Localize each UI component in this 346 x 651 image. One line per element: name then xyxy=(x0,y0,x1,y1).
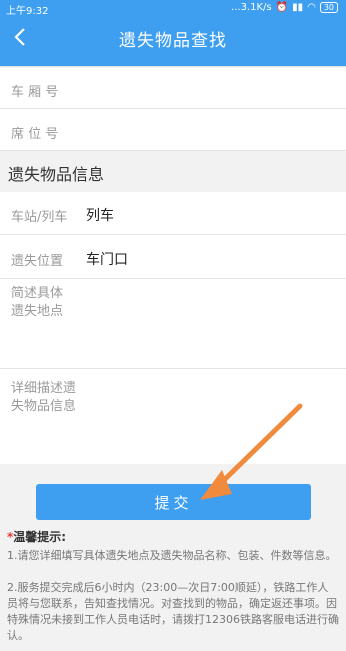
submit-button[interactable]: 提交 xyxy=(36,484,311,520)
status-bar: 上午9:32 ...3.1K/s ⏰ ▮▮ ◠ 30 xyxy=(0,0,346,17)
section-header: 遗失物品信息 xyxy=(0,152,346,192)
station-train-field[interactable]: 车站/列车 列车 xyxy=(0,192,346,235)
seat-number-label: 席 位 号 xyxy=(11,127,59,142)
status-indicators: ...3.1K/s ⏰ ▮▮ ◠ 30 xyxy=(231,2,338,13)
item-detail-label-1: 详细描述遗 xyxy=(11,381,77,396)
brief-location-label-2: 遗失地点 xyxy=(11,304,64,319)
lost-location-label: 遗失位置 xyxy=(11,254,64,269)
car-number-label: 车 厢 号 xyxy=(11,85,59,100)
tips-title-text: 温馨提示: xyxy=(13,530,67,544)
tip-item-1: 1.请您详细填写具体遗失地点及遗失物品名称、包装、件数等信息。 xyxy=(7,549,337,562)
lost-location-field[interactable]: 遗失位置 车门口 xyxy=(0,235,346,279)
section-title: 遗失物品信息 xyxy=(8,165,105,184)
item-detail-label-2: 失物品信息 xyxy=(11,399,77,414)
brief-location-field[interactable]: 简述具体 遗失地点 xyxy=(0,279,346,369)
brief-location-label-1: 简述具体 xyxy=(11,286,64,301)
app-header: 上午9:32 ...3.1K/s ⏰ ▮▮ ◠ 30 遗失物品查找 xyxy=(0,0,346,66)
nav-bar: 遗失物品查找 xyxy=(0,17,346,59)
top-divider xyxy=(0,66,346,67)
seat-number-field[interactable]: 席 位 号 xyxy=(0,109,346,151)
tips-title: *温馨提示: xyxy=(7,528,66,545)
signal-icon: ▮▮ xyxy=(292,2,304,13)
car-number-field[interactable]: 车 厢 号 xyxy=(0,68,346,109)
status-time: 上午9:32 xyxy=(6,6,49,17)
station-train-value: 列车 xyxy=(86,208,114,224)
wifi-icon: ◠ xyxy=(307,2,316,13)
lost-location-value: 车门口 xyxy=(86,252,128,268)
battery-icon: 30 xyxy=(319,2,338,13)
station-train-label: 车站/列车 xyxy=(11,210,68,225)
network-speed: ...3.1K/s xyxy=(231,2,272,13)
page-title: 遗失物品查找 xyxy=(119,31,227,51)
submit-area: 提交 *温馨提示: 1.请您详细填写具体遗失地点及遗失物品名称、包装、件数等信息… xyxy=(0,464,346,651)
tip-item-2: 2.服务提交完成后6小时内（23:00—次日7:00顺延），铁路工作人员将与您联… xyxy=(7,581,339,642)
alarm-icon: ⏰ xyxy=(275,2,289,13)
item-detail-field[interactable]: 详细描述遗 失物品信息 xyxy=(0,369,346,464)
